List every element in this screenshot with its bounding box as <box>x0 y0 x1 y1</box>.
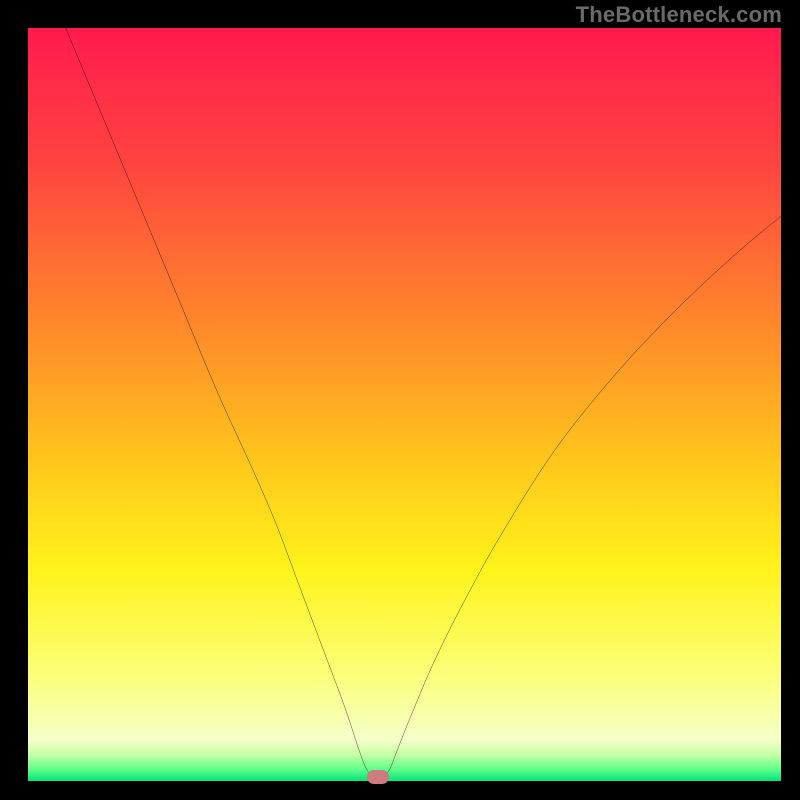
bottleneck-chart <box>28 28 781 781</box>
gradient-background <box>28 28 781 781</box>
chart-frame: TheBottleneck.com <box>0 0 800 800</box>
watermark-text: TheBottleneck.com <box>576 2 782 28</box>
operating-point-marker <box>367 770 389 784</box>
